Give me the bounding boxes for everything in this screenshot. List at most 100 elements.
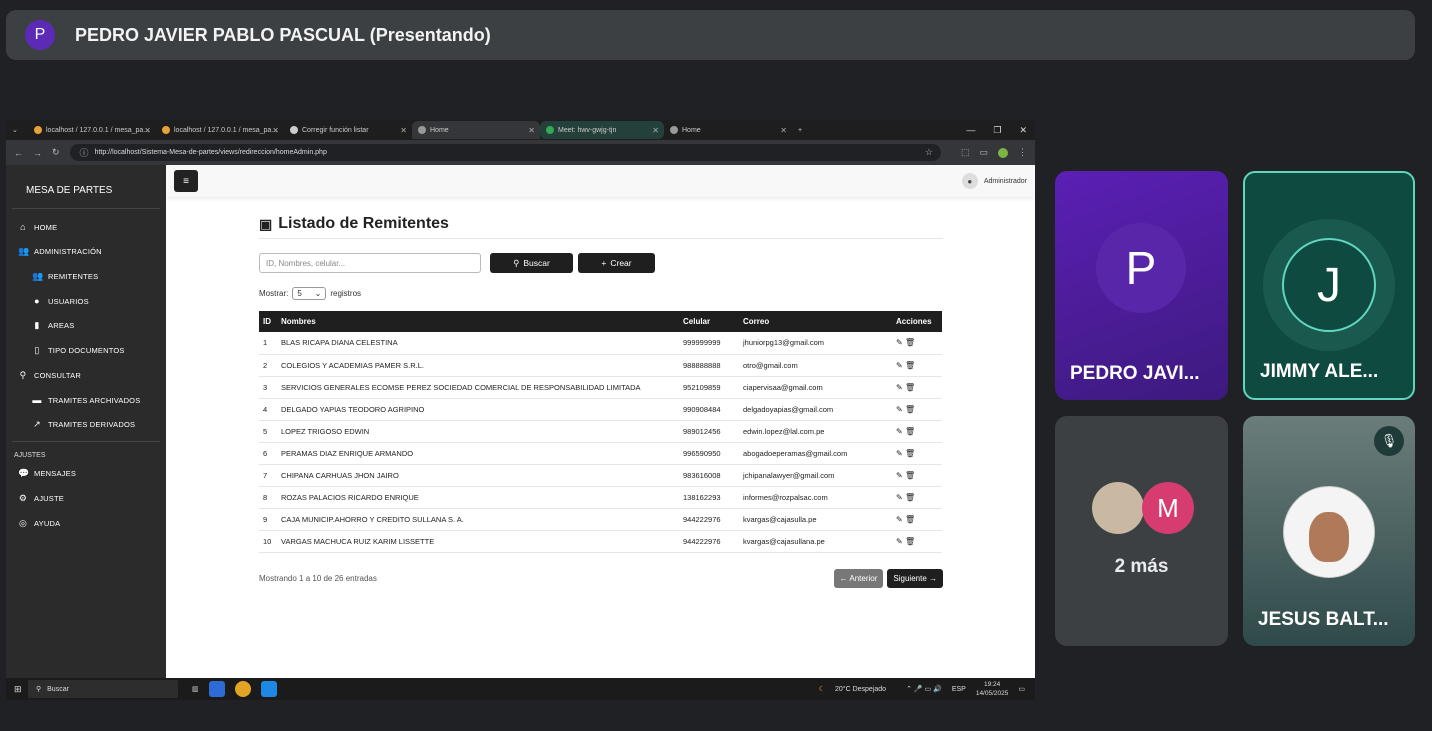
participant-tile-more[interactable]: M 2 más: [1055, 416, 1228, 646]
notifications-icon[interactable]: ▭: [1018, 685, 1025, 693]
cell-celular: 944222976: [679, 530, 739, 553]
participant-tile-jimmy[interactable]: J JIMMY ALE...: [1243, 171, 1415, 400]
bookmark-star-icon[interactable]: ☆: [925, 147, 933, 158]
taskbar-search[interactable]: ⚲ Buscar: [28, 680, 178, 698]
vscode-icon[interactable]: [260, 681, 277, 697]
tab-phpmyadmin-2[interactable]: localhost / 127.0.0.1 / mesa_pa... ✕: [156, 121, 284, 139]
sidebar-item-ayuda[interactable]: ◎ AYUDA: [6, 511, 166, 536]
search-button[interactable]: ⚲ Buscar: [490, 253, 573, 273]
show-label: Mostrar:: [259, 289, 289, 298]
reload-icon[interactable]: ↻: [52, 147, 60, 158]
next-page-button[interactable]: Siguiente →: [887, 568, 943, 588]
user-menu[interactable]: ● Administrador: [961, 173, 1027, 189]
file-explorer-icon[interactable]: [208, 681, 225, 697]
sidebar-item-label: HOME: [34, 222, 58, 232]
participant-tile-pedro[interactable]: P PEDRO JAVI...: [1055, 171, 1228, 400]
sidebar-item-consultar[interactable]: ⚲ CONSULTAR: [6, 363, 166, 388]
restore-icon[interactable]: ❐: [993, 125, 1001, 136]
tab-meet[interactable]: Meet: hwv-gwjg-tjn ✕: [540, 121, 664, 139]
page-size-select[interactable]: 5 ⌄: [292, 287, 327, 300]
sidebar-item-tramites-archivados[interactable]: ▬ TRAMITES ARCHIVADOS: [6, 388, 166, 412]
search-button-label: Buscar: [523, 258, 550, 268]
prev-page-button[interactable]: ← Anterior: [833, 568, 884, 588]
edit-icon[interactable]: ✎: [896, 338, 903, 347]
trash-icon[interactable]: 🗑: [905, 493, 915, 502]
comments-icon: 💬: [18, 468, 30, 478]
close-icon[interactable]: ✕: [400, 126, 407, 135]
close-icon[interactable]: ✕: [780, 126, 787, 135]
site-info-icon[interactable]: ⓘ: [80, 146, 89, 159]
cell-acciones: ✎ 🗑: [892, 332, 942, 355]
menu-toggle-button[interactable]: ≡: [174, 170, 198, 192]
new-tab-button[interactable]: +: [792, 121, 812, 139]
chrome-icon[interactable]: [234, 681, 251, 697]
sidebar-item-tramites-derivados[interactable]: ↗ TRAMITES DERIVADOS: [6, 412, 166, 437]
participant-photo-avatar: [1092, 482, 1144, 534]
address-bar: ← → ↻ ⓘ http://localhost/Sistema-Mesa-de…: [6, 140, 1035, 165]
trash-icon[interactable]: 🗑: [905, 515, 915, 524]
sidebar-item-usuarios[interactable]: ● USUARIOS: [6, 289, 166, 313]
tab-corregir[interactable]: Corregir función listar ✕: [284, 121, 412, 139]
tab-home-2[interactable]: Home ✕: [664, 121, 792, 139]
sidebar-item-areas[interactable]: ▮ AREAS: [6, 313, 166, 338]
plus-icon: +: [601, 258, 607, 268]
edit-icon[interactable]: ✎: [896, 493, 903, 502]
trash-icon[interactable]: 🗑: [905, 405, 915, 414]
close-icon[interactable]: ✕: [528, 126, 535, 135]
close-icon[interactable]: ✕: [144, 126, 151, 135]
edit-icon[interactable]: ✎: [896, 449, 903, 458]
cell-correo: ciapervisaa@gmail.com: [739, 376, 892, 399]
search-input[interactable]: ID, Nombres, celular...: [259, 253, 481, 273]
cell-id: 5: [259, 420, 277, 443]
clock[interactable]: 19:24 14/05/2025: [976, 680, 1009, 698]
tray-icons[interactable]: ⌃ 🎤 ▭ 🔊: [906, 685, 942, 693]
tab-phpmyadmin-1[interactable]: localhost / 127.0.0.1 / mesa_pa... ✕: [28, 121, 156, 139]
table-row: 6 PERAMAS DIAZ ENRIQUE ARMANDO 996590950 ab…: [259, 442, 942, 465]
trash-icon[interactable]: 🗑: [905, 449, 915, 458]
tab-label: Home: [430, 126, 449, 134]
minimize-icon[interactable]: —: [966, 125, 975, 136]
extensions-icon[interactable]: ⬚: [961, 147, 970, 158]
sidebar-item-mensajes[interactable]: 💬 MENSAJES: [6, 461, 166, 486]
edit-icon[interactable]: ✎: [896, 515, 903, 524]
cell-nombre: CAJA MUNICIP.AHORRO Y CREDITO SULLANA S.…: [277, 508, 679, 531]
cast-icon[interactable]: ▭: [979, 147, 988, 158]
close-icon[interactable]: ✕: [652, 126, 659, 135]
close-icon[interactable]: ✕: [272, 126, 279, 135]
edit-icon[interactable]: ✎: [896, 383, 903, 392]
create-button[interactable]: + Crear: [578, 253, 655, 273]
cell-correo: informes@rozpalsac.com: [739, 486, 892, 509]
windows-start-icon[interactable]: ⊞: [14, 684, 22, 695]
sidebar-item-tipo-documentos[interactable]: ▯ TIPO DOCUMENTOS: [6, 338, 166, 363]
edit-icon[interactable]: ✎: [896, 405, 903, 414]
url-input[interactable]: ⓘ http://localhost/Sistema-Mesa-de-parte…: [69, 144, 941, 161]
forward-icon[interactable]: →: [33, 148, 42, 158]
profile-avatar[interactable]: [998, 147, 1008, 158]
task-view-icon[interactable]: ▥: [192, 685, 199, 693]
trash-icon[interactable]: 🗑: [905, 471, 915, 480]
tab-home-active[interactable]: Home ✕: [412, 121, 540, 139]
trash-icon[interactable]: 🗑: [905, 338, 915, 347]
edit-icon[interactable]: ✎: [896, 537, 903, 546]
sidebar-item-ajuste[interactable]: ⚙ AJUSTE: [6, 486, 166, 511]
cell-celular: 983616008: [679, 464, 739, 487]
edit-icon[interactable]: ✎: [896, 471, 903, 480]
sidebar-item-remitentes[interactable]: 👥 REMITENTES: [6, 264, 166, 289]
trash-icon[interactable]: 🗑: [905, 361, 915, 370]
trash-icon[interactable]: 🗑: [905, 537, 915, 546]
close-window-icon[interactable]: ✕: [1019, 125, 1027, 136]
kebab-menu-icon[interactable]: ⋮: [1018, 147, 1027, 158]
edit-icon[interactable]: ✎: [896, 427, 903, 436]
language-indicator[interactable]: ESP: [952, 686, 966, 693]
sidebar-item-administracion[interactable]: 👥 ADMINISTRACIÓN: [6, 239, 166, 264]
tab-search-button[interactable]: ⌄: [6, 121, 28, 139]
participant-tile-jesus[interactable]: 🎙 JESUS BALT...: [1243, 416, 1415, 646]
back-icon[interactable]: ←: [14, 148, 23, 158]
sidebar-item-home[interactable]: ⌂ HOME: [6, 215, 166, 239]
cell-nombre: COLEGIOS Y ACADEMIAS PAMER S.R.L.: [277, 354, 679, 377]
system-tray: ☾ 20°C Despejado ⌃ 🎤 ▭ 🔊 ESP 19:24 14/05…: [819, 680, 1035, 698]
cell-celular: 952109859: [679, 376, 739, 399]
trash-icon[interactable]: 🗑: [905, 383, 915, 392]
trash-icon[interactable]: 🗑: [905, 427, 915, 436]
edit-icon[interactable]: ✎: [896, 361, 903, 370]
